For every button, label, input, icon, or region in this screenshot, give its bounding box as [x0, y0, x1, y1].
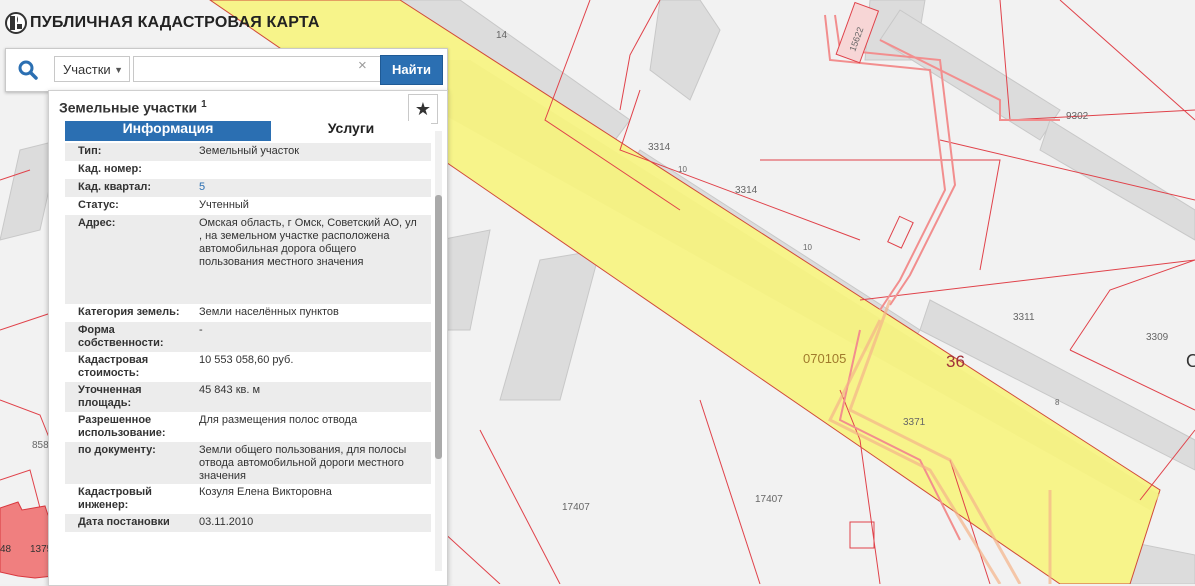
table-row: Уточненная площадь: 45 843 кв. м	[65, 382, 431, 412]
row-label: Уточненная площадь:	[78, 384, 142, 409]
map-label-3311: 3311	[1013, 312, 1035, 323]
search-icon[interactable]	[16, 58, 40, 82]
app-title: ПУБЛИЧНАЯ КАДАСТРОВАЯ КАРТА	[30, 14, 320, 31]
row-label: Кад. номер:	[78, 163, 142, 175]
table-row: по документу: Земли общего пользования, …	[65, 442, 431, 484]
table-row: Кадастровый инженер: Козуля Елена Виктор…	[65, 484, 431, 514]
table-row: Дата постановки 03.11.2010	[65, 514, 431, 532]
search-input[interactable]	[133, 56, 381, 82]
map-label-8: 8	[1055, 398, 1060, 407]
map-label-o: О	[1186, 351, 1195, 371]
search-type-select[interactable]: Участки ▼	[54, 56, 130, 82]
cadastral-quarter-link[interactable]: 5	[185, 179, 425, 197]
table-row: Статус: Учтенный	[65, 197, 431, 215]
row-label: Категория земель:	[78, 306, 180, 318]
map-label-10: 10	[678, 165, 687, 174]
scrollbar-thumb[interactable]	[435, 195, 442, 459]
panel-title-text: Земельные участки	[59, 99, 198, 116]
row-value: 45 843 кв. м	[199, 384, 261, 396]
row-label: Дата постановки	[78, 516, 170, 528]
map-label-9302: 9302	[1066, 111, 1089, 122]
table-row: Категория земель: Земли населённых пункт…	[65, 304, 431, 322]
app-header: ПУБЛИЧНАЯ КАДАСТРОВАЯ КАРТА	[0, 0, 460, 46]
row-label: Кадастровая стоимость:	[78, 354, 149, 379]
attributes-table: Тип: Земельный участок Кад. номер: Кад. …	[65, 143, 431, 532]
panel-tabs: Информация Услуги	[65, 121, 431, 141]
table-row: Кад. номер:	[65, 161, 431, 179]
clear-icon[interactable]: ×	[358, 57, 367, 74]
pkk-logo-icon[interactable]	[5, 12, 27, 34]
row-value: Земли общего пользования, для полосы отв…	[199, 444, 407, 482]
table-row: Форма собственности: -	[65, 322, 431, 352]
map-label-14: 14	[496, 30, 508, 41]
map-label-070105: 070105	[803, 351, 846, 366]
map-label-3314: 3314	[735, 185, 758, 196]
row-label: Разрешенное использование:	[78, 414, 166, 439]
result-count: 1	[201, 99, 207, 110]
row-value: 10 553 058,60 руб.	[199, 354, 294, 366]
row-value	[185, 161, 425, 179]
row-value: Омская область, г Омск, Советский АО, ул…	[199, 217, 417, 268]
table-row: Кадастровая стоимость: 10 553 058,60 руб…	[65, 352, 431, 382]
chevron-down-icon: ▼	[114, 65, 123, 75]
search-button[interactable]: Найти	[380, 55, 443, 85]
row-value: Земельный участок	[199, 145, 300, 157]
search-bar: Участки ▼ × Найти	[5, 48, 448, 92]
map-label-3314: 3314	[648, 142, 671, 153]
map-label-17407: 17407	[755, 494, 783, 505]
row-label: Статус:	[78, 199, 119, 211]
row-label: Адрес:	[78, 217, 116, 229]
row-value: Земли населённых пунктов	[199, 306, 339, 318]
map-label-3371: 3371	[903, 417, 926, 428]
row-label: Форма собственности:	[78, 324, 164, 349]
search-type-label: Участки	[63, 62, 111, 77]
row-label: Тип:	[78, 145, 102, 157]
tab-services[interactable]: Услуги	[271, 121, 431, 141]
row-label: Кадастровый инженер:	[78, 486, 152, 511]
row-value: -	[199, 324, 203, 336]
row-label: по документу:	[78, 444, 156, 456]
row-value: 03.11.2010	[199, 516, 254, 528]
table-row: Кад. квартал: 5	[65, 179, 431, 197]
map-label-858: 858	[32, 440, 49, 451]
map-label-36: 36	[946, 352, 965, 371]
parcel-info-panel: Земельные участки 1 ★ Информация Услуги Т…	[48, 90, 448, 586]
row-value: Козуля Елена Викторовна	[199, 486, 332, 498]
panel-title: Земельные участки 1	[59, 99, 207, 116]
map-label-48: 48	[0, 544, 12, 555]
row-value: Для размещения полос отвода	[199, 414, 358, 426]
map-label-3309: 3309	[1146, 332, 1169, 343]
map-label-10: 10	[803, 243, 812, 252]
table-row: Разрешенное использование: Для размещени…	[65, 412, 431, 442]
star-icon[interactable]: ★	[408, 94, 438, 124]
row-value: Учтенный	[199, 199, 249, 211]
table-row: Тип: Земельный участок	[65, 143, 431, 161]
tab-information[interactable]: Информация	[65, 121, 271, 141]
row-label: Кад. квартал:	[78, 181, 152, 193]
map-label-17407: 17407	[562, 502, 590, 513]
table-row: Адрес: Омская область, г Омск, Советский…	[65, 215, 431, 304]
